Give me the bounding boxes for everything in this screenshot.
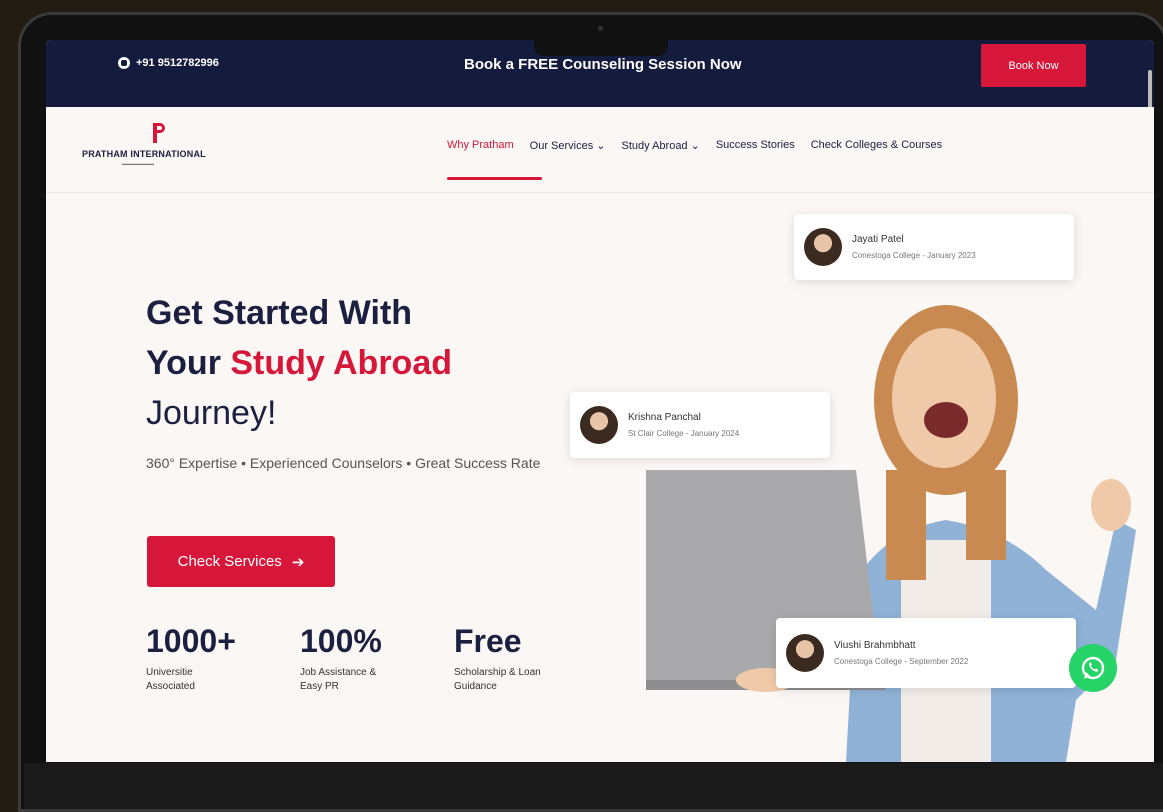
hero-student-image [646,305,1136,762]
stats-row: 1000+ Universitie Associated 100% Job As… [146,623,608,694]
nav-item-why-pratham[interactable]: Why Pratham [447,139,514,152]
nav-item-study-abroad[interactable]: Study Abroad ⌄ [622,139,700,152]
active-nav-underline [447,177,542,180]
testimonial-card: Viushi Brahmbhatt Conestoga College - Se… [776,618,1076,688]
nav-item-check-colleges[interactable]: Check Colleges & Courses [811,139,942,152]
stat-label: Universitie Associated [146,667,195,692]
testimonial-detail: St Clair College - January 2024 [628,429,740,438]
avatar [804,228,842,266]
testimonial-name: Jayati Patel [852,234,904,245]
logo[interactable]: PRATHAM INTERNATIONAL ▬▬▬▬▬▬▬▬ [82,121,252,171]
stat-scholarship: Free Scholarship & Loan Guidance [454,623,608,694]
hero-title-line1: Get Started With [146,294,413,332]
logo-subtitle-mark: ▬▬▬▬▬▬▬▬ [122,161,154,166]
book-now-button[interactable]: Book Now [981,44,1086,87]
hero-title-accent: Study Abroad [230,344,453,382]
testimonial-detail: Conestoga College - September 2022 [834,657,969,666]
stat-universities: 1000+ Universitie Associated [146,623,300,694]
stat-label: Job Assistance & Easy PR [300,667,377,692]
hero-tagline: 360° Expertise • Experienced Counselors … [146,455,541,471]
stat-job-assistance: 100% Job Assistance & Easy PR [300,623,454,694]
testimonial-card: Jayati Patel Conestoga College - January… [794,214,1074,280]
hero-title-line3: Journey! [146,394,277,432]
whatsapp-icon [1081,656,1105,680]
phone-icon [118,57,130,69]
avatar [580,406,618,444]
testimonial-detail: Conestoga College - January 2023 [852,251,976,260]
promo-text: Book a FREE Counseling Session Now [464,56,742,73]
testimonial-name: Viushi Brahmbhatt [834,640,916,651]
check-services-button[interactable]: Check Services ➔ [147,536,335,587]
stat-value: Free [454,623,522,659]
arrow-right-icon: ➔ [291,553,305,571]
camera-notch [534,16,668,56]
avatar [786,634,824,672]
main-navigation: PRATHAM INTERNATIONAL ▬▬▬▬▬▬▬▬ Why Prath… [46,107,1154,193]
stat-value: 100% [300,623,382,659]
website-screen: +91 9512782996 Book a FREE Counseling Se… [46,40,1154,762]
whatsapp-button[interactable] [1069,644,1117,692]
logo-mark-icon [153,123,165,143]
hero-title-line2: Your Study Abroad [146,338,452,388]
stat-value: 1000+ [146,623,236,659]
nav-item-our-services[interactable]: Our Services ⌄ [530,139,606,152]
nav-item-success-stories[interactable]: Success Stories [716,139,795,152]
hero-title: Get Started With Your Study Abroad Journ… [146,288,452,438]
scrollbar[interactable] [1148,70,1152,110]
phone-contact[interactable]: +91 9512782996 [118,57,219,69]
phone-number: +91 9512782996 [136,57,219,69]
laptop-base [24,763,1163,809]
nav-menu: Why Pratham Our Services ⌄ Study Abroad … [447,139,942,152]
hero-title-prefix: Your [146,344,231,382]
stat-label: Scholarship & Loan Guidance [454,667,541,692]
cta-label: Check Services [177,553,282,570]
testimonial-card: Krishna Panchal St Clair College - Janua… [570,392,830,458]
testimonial-name: Krishna Panchal [628,412,701,423]
logo-text: PRATHAM INTERNATIONAL [82,149,206,159]
